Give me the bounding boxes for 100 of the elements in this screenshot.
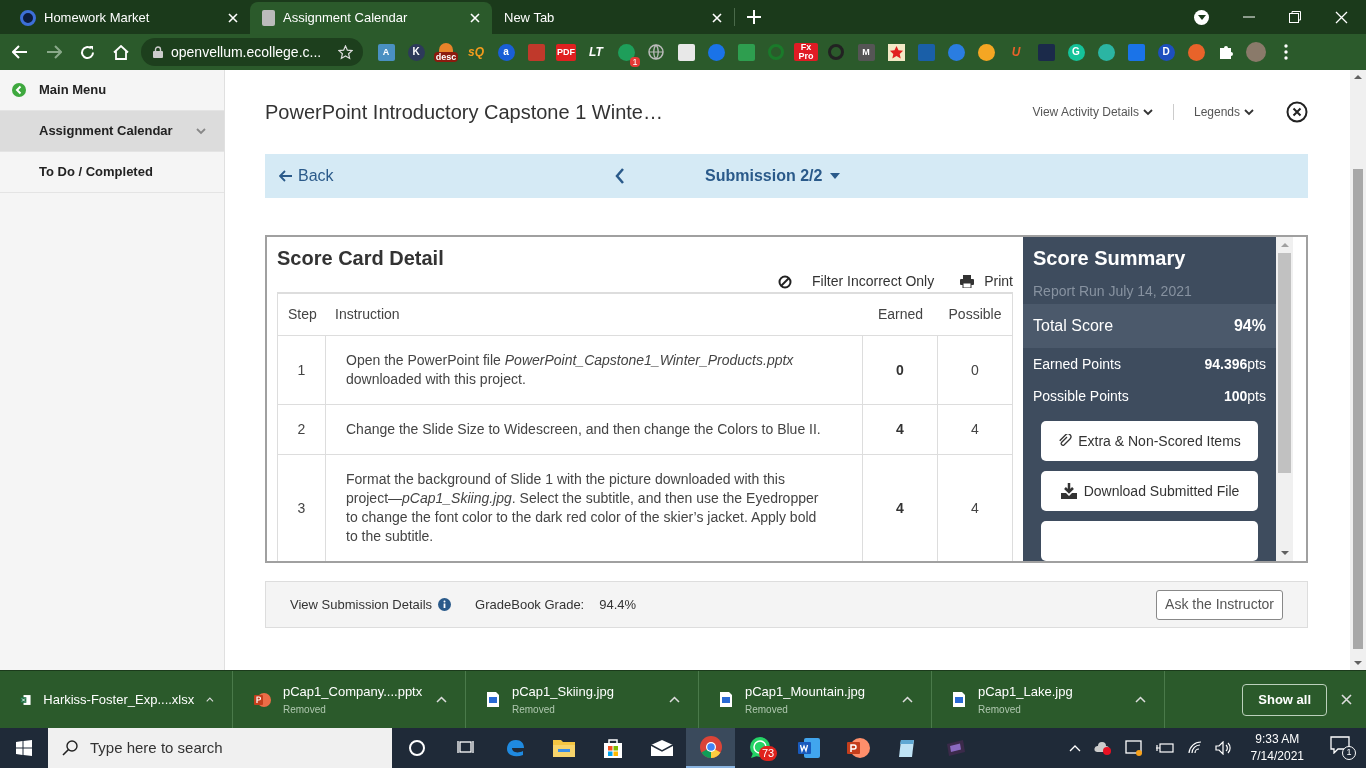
chrome-icon[interactable] [698,735,723,759]
chevron-left-icon[interactable] [615,168,625,184]
table-cell: 4 [863,455,938,561]
display-icon[interactable] [1124,740,1143,756]
browser-tab[interactable]: New Tab [492,2,734,34]
back-link[interactable]: Back [279,164,615,188]
sidebar-item[interactable]: To Do / Completed [0,152,224,193]
extension-icon[interactable]: sQ [468,46,484,58]
back-arrow-icon[interactable] [12,45,28,59]
extension-icon[interactable]: LT [589,46,603,58]
film-icon[interactable] [944,738,967,758]
extension-icon[interactable]: PDF [556,43,576,61]
profile-dropdown-icon[interactable] [1194,9,1209,25]
lock-icon [153,46,163,58]
download-icon [1059,483,1078,499]
restore-icon[interactable] [1289,11,1301,23]
star-icon[interactable] [887,43,905,61]
file-status: Removed [512,702,556,717]
column-header: Possible [938,294,1012,336]
file-name: pCap1_Company....pptx [283,683,424,702]
cortana-icon[interactable] [408,740,425,756]
dropdown-menu[interactable]: Legends [1193,103,1254,121]
column-header: Earned [863,294,938,336]
chevron-up-icon[interactable] [1135,696,1146,703]
store-icon[interactable] [601,737,624,759]
extension-icon[interactable] [977,43,995,61]
table-cell: 4 [863,405,938,455]
details-link[interactable]: View Submission Details [290,594,452,615]
new-tab-icon[interactable] [747,10,761,24]
extension-icon[interactable] [677,43,695,61]
summary-button[interactable]: Extra & Non-Scored Items [1041,421,1258,461]
dropdown-menu[interactable]: View Activity Details [1032,103,1153,121]
ask-instructor-button[interactable]: Ask the Instructor [1156,589,1283,620]
menu-icon[interactable] [1284,44,1288,60]
battery-icon[interactable] [1154,742,1175,754]
word-icon[interactable] [796,737,821,759]
bell-icon[interactable] [439,43,453,52]
file-name: pCap1_Lake.jpg [978,683,1074,702]
sidebar-item[interactable]: Assignment Calendar [0,111,224,152]
mail-icon[interactable] [649,739,674,757]
speaker-icon[interactable] [1214,741,1233,755]
taskbar-app[interactable] [686,728,735,768]
message-icon [1330,736,1350,754]
address-bar[interactable]: openvellum.ecollege.c... [141,38,363,66]
search-placeholder: Type here to search [90,737,223,758]
grade-value: 94.4% [599,595,637,614]
tab-title: Assignment Calendar [283,9,409,28]
star-icon[interactable] [338,44,353,60]
submission-dropdown[interactable]: Submission 2/2 [705,164,841,188]
badge: desc [433,52,459,62]
sidebar-label: Assignment Calendar [39,122,174,141]
taskbar-app[interactable]: 73 [735,728,784,768]
filter-button[interactable]: Filter Incorrect Only [778,271,935,292]
card-title: Score Card Detail [276,246,445,271]
home-icon[interactable] [113,44,129,60]
summary-button[interactable]: Download Submitted File [1041,471,1258,511]
table-cell-text: Open the PowerPoint file PowerPoint_Capstone1_Winter_Products.pptx downloaded with this project. [346,351,795,389]
wifi-icon[interactable] [1186,741,1203,755]
forward-arrow-icon[interactable] [46,45,62,59]
sidebar-label: Main Menu [39,81,108,100]
sidebar-label: To Do / Completed [39,163,154,182]
stat-value: 94.396pts [1204,355,1266,375]
reload-icon[interactable] [80,44,95,60]
table-cell: Change the Slide Size to Widescreen, and then change the Colors to Blue II. [346,420,821,439]
close-icon[interactable] [1286,101,1308,123]
chevron-down-icon [1244,108,1254,116]
extension-icon[interactable]: M [857,43,875,61]
extension-icon[interactable] [1097,43,1115,61]
globe-icon[interactable] [648,44,664,60]
url-text: openvellum.ecollege.c... [171,42,323,62]
table-cell: 2 [278,405,326,455]
info-icon [438,598,452,611]
file-status: Removed [978,702,1022,717]
print-button[interactable]: Print [960,271,1013,292]
extension-icon[interactable]: a [497,43,515,61]
chevron-up-icon[interactable] [902,696,913,703]
notification-center[interactable]: 1 [1330,736,1356,760]
page-title: PowerPoint Introductory Capstone 1 Winte… [265,100,664,125]
summary-title: Score Summary [1032,246,1187,271]
column-header: Step [278,294,326,336]
file-status: Removed [745,702,789,717]
puzzle-icon[interactable] [1218,44,1234,60]
extension-icon[interactable]: Fx Pro [794,43,818,61]
tab-title: New Tab [504,9,556,28]
chevron-up-icon[interactable] [669,696,680,703]
table-cell: 0 [863,336,938,405]
task-view-icon[interactable] [456,740,475,756]
windows-icon[interactable] [16,740,32,756]
extension-icon[interactable]: D [1157,43,1175,61]
folder-icon[interactable] [551,738,576,758]
browser-tab[interactable]: Assignment Calendar [250,2,492,34]
show-all-button[interactable]: Show all [1242,683,1327,716]
search-box[interactable]: Type here to search [48,728,392,768]
column-header: Instruction [326,294,863,336]
left-arrow-icon [279,170,293,182]
browser-tab[interactable]: Homework Market [8,2,250,34]
powerpoint-icon[interactable] [845,737,870,759]
cloud-icon[interactable] [1092,741,1113,755]
extension-icon[interactable]: K [407,43,425,61]
chevron-up-icon[interactable] [436,696,447,703]
